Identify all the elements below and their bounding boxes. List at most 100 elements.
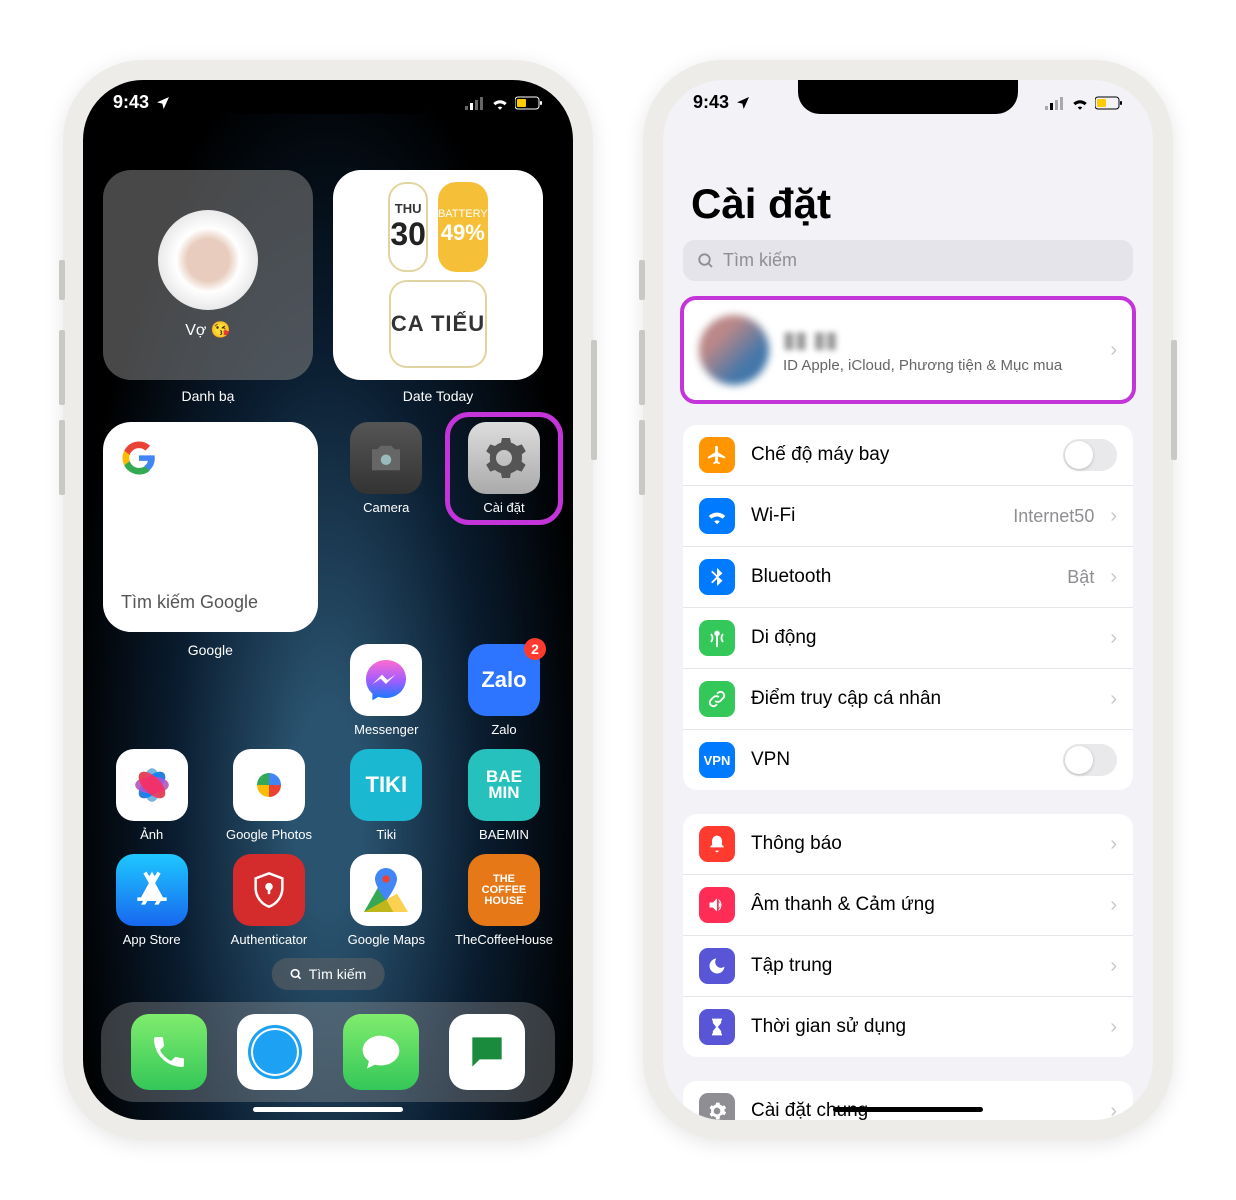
signal-icon [465,96,485,110]
chevron-right-icon: › [1110,505,1117,528]
date-day-label: THU [395,201,422,216]
row-label: Điểm truy cập cá nhân [751,688,1094,710]
row-notifications[interactable]: Thông báo › [683,814,1133,875]
row-label: Thông báo [751,833,1094,855]
app-label: BAEMIN [479,827,529,842]
google-widget[interactable]: Tìm kiếm Google [103,422,318,632]
app-camera[interactable]: Camera [338,422,435,515]
date-widget-wrap: THU 30 BATTERY 49% CA TIẾU Date Today [333,170,543,404]
row-label: Thời gian sử dụng [751,1016,1094,1038]
clock: 9:43 [693,92,729,113]
phone-frame-settings: 9:43 Cài đặt Tìm kiếm ▮▮ ▮▮ [643,60,1173,1140]
date-box: THU 30 [388,182,428,272]
row-label: Di động [751,627,1094,649]
app-label: App Store [123,932,181,947]
app-coffeehouse[interactable]: THECOFFEEHOUSE TheCoffeeHouse [455,854,553,947]
row-hotspot[interactable]: Điểm truy cập cá nhân › [683,669,1133,730]
chevron-right-icon: › [1110,1100,1117,1121]
shield-icon [249,870,289,910]
battery-pct: 49% [441,220,485,246]
chevron-right-icon: › [1110,894,1117,917]
row-wifi[interactable]: Wi-Fi Internet50 › [683,486,1133,547]
dock-safari[interactable] [237,1014,313,1090]
dock-google-messages[interactable] [449,1014,525,1090]
app-tiki[interactable]: TIKI Tiki [338,749,435,842]
apple-id-row[interactable]: ▮▮ ▮▮ ID Apple, iCloud, Phương tiện & Mụ… [683,299,1133,401]
power-button [1171,340,1177,460]
search-input[interactable]: Tìm kiếm [683,240,1133,281]
antenna-icon [706,627,728,649]
contact-widget-wrap: Vợ 😘 Danh bạ [103,170,313,404]
home-indicator[interactable] [833,1107,983,1112]
contact-name: Vợ 😘 [185,320,231,340]
row-bluetooth[interactable]: Bluetooth Bật › [683,547,1133,608]
app-google-maps[interactable]: Google Maps [338,854,435,947]
bell-icon [707,834,727,854]
notch [218,80,438,114]
airplane-icon [706,444,728,466]
date-widget[interactable]: THU 30 BATTERY 49% CA TIẾU [333,170,543,380]
app-appstore[interactable]: App Store [103,854,200,947]
profile-subtitle: ID Apple, iCloud, Phương tiện & Mục mua [783,357,1096,374]
battery-box: BATTERY 49% [438,182,488,272]
row-cellular[interactable]: Di động › [683,608,1133,669]
wifi-value: Internet50 [1013,506,1094,527]
row-general[interactable]: Cài đặt chung › [683,1081,1133,1120]
app-label: Ảnh [140,827,163,842]
settings-content: Cài đặt Tìm kiếm ▮▮ ▮▮ ID Apple, iCloud,… [663,140,1153,1120]
connectivity-group: Chế độ máy bay Wi-Fi Internet50 › Blueto… [683,425,1133,790]
app-zalo[interactable]: Zalo2 Zalo [455,644,553,737]
moon-icon [707,956,727,976]
app-authenticator[interactable]: Authenticator [220,854,317,947]
mute-switch [59,260,65,300]
link-icon [706,688,728,710]
app-photos[interactable]: Ảnh [103,749,200,842]
airplane-toggle[interactable] [1063,439,1117,471]
home-indicator[interactable] [253,1107,403,1112]
row-vpn[interactable]: VPN VPN [683,730,1133,790]
bluetooth-icon [706,566,728,588]
app-label: Google Photos [226,827,312,842]
row-label: VPN [751,749,1047,771]
row-airplane[interactable]: Chế độ máy bay [683,425,1133,486]
row-focus[interactable]: Tập trung › [683,936,1133,997]
app-baemin[interactable]: BAEMIN BAEMIN [455,749,553,842]
app-messenger[interactable]: Messenger [338,644,435,737]
dock-messages[interactable] [343,1014,419,1090]
messenger-icon [362,656,410,704]
app-label: Authenticator [231,932,308,947]
signal-icon [1045,96,1065,110]
search-icon [290,968,303,981]
google-logo-icon [121,440,157,476]
page-title: Cài đặt [691,180,1133,228]
bt-value: Bật [1067,567,1094,588]
message-icon [359,1030,403,1074]
app-label: Camera [363,500,409,515]
volume-down [59,420,65,495]
row-label: Chế độ máy bay [751,444,1047,466]
row-screentime[interactable]: Thời gian sử dụng › [683,997,1133,1057]
app-label: TheCoffeeHouse [455,932,553,947]
maps-pin-icon [364,868,408,912]
notifications-group: Thông báo › Âm thanh & Cảm ứng › Tập tru… [683,814,1133,1057]
spotlight-search[interactable]: Tìm kiếm [272,958,385,990]
dock-phone[interactable] [131,1014,207,1090]
vpn-toggle[interactable] [1063,744,1117,776]
contact-widget[interactable]: Vợ 😘 [103,170,313,380]
chevron-right-icon: › [1110,566,1117,589]
app-label: Cài đặt [483,500,524,515]
profile-name: ▮▮ ▮▮ [783,327,1096,353]
app-google-photos[interactable]: Google Photos [220,749,317,842]
settings-screen: 9:43 Cài đặt Tìm kiếm ▮▮ ▮▮ [663,80,1153,1120]
app-label: Tiki [376,827,396,842]
app-settings[interactable]: Cài đặt [455,422,553,515]
chevron-right-icon: › [1110,627,1117,650]
battery-label: BATTERY [438,208,488,220]
battery-icon [515,96,543,110]
location-icon [155,95,171,111]
camera-icon [365,437,407,479]
chevron-right-icon: › [1110,1016,1117,1039]
app-label: Messenger [354,722,418,737]
row-sounds[interactable]: Âm thanh & Cảm ứng › [683,875,1133,936]
chevron-right-icon: › [1110,955,1117,978]
